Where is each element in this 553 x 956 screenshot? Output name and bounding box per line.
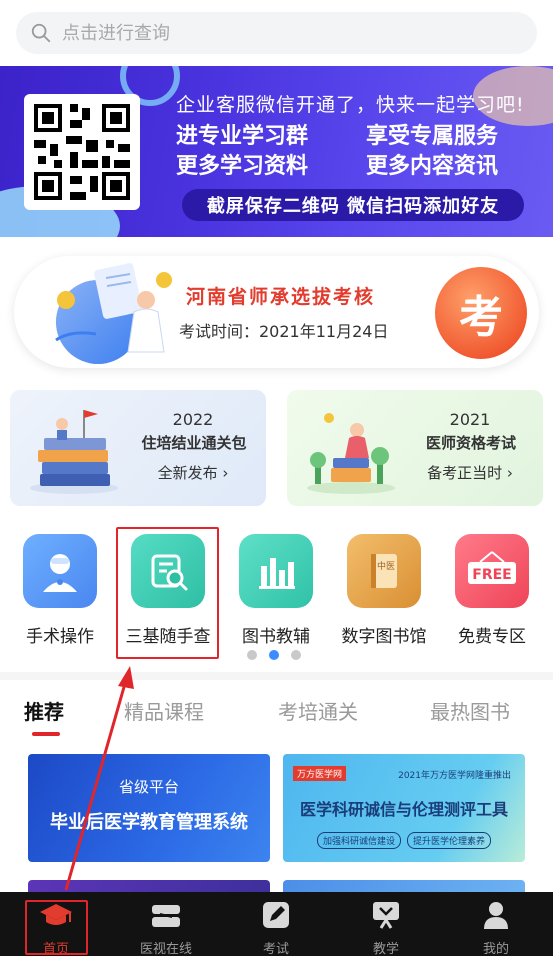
exam-title: 河南省师承选拔考核 xyxy=(186,286,376,308)
free-sign-icon: FREE xyxy=(455,534,529,608)
promo-card-residency[interactable]: 2022 住培结业通关包 全新发布 › xyxy=(10,390,266,506)
book-icon: 中医 xyxy=(347,534,421,608)
teaching-board-icon xyxy=(331,892,441,930)
grid-item-label: 手术操作 xyxy=(26,627,94,647)
tab-exam-prep[interactable]: 考培通关 xyxy=(278,696,358,725)
promo-year: 2021 xyxy=(449,410,491,429)
nav-exam[interactable]: 考试 xyxy=(221,892,331,956)
grid-item-label: 图书教辅 xyxy=(242,627,310,647)
banner-benefit: 更多内容资讯 xyxy=(366,154,499,179)
course-tags: 加强科研诚信建设 提升医学伦理素养 xyxy=(283,832,525,849)
section-divider xyxy=(0,672,553,680)
banner-benefit: 进专业学习群 xyxy=(176,124,309,149)
course-subtitle: 省级平台 xyxy=(118,778,179,796)
exam-date: 考试时间：2021年11月24日 xyxy=(179,322,389,341)
exam-card[interactable]: 河南省师承选拔考核 考试时间：2021年11月24日 考 xyxy=(14,256,539,368)
video-stack-icon xyxy=(111,892,221,930)
highlight-box-sanji xyxy=(116,527,219,659)
promo-title: 住培结业通关包 xyxy=(141,434,247,452)
page-dot[interactable] xyxy=(291,650,301,660)
grid-item-digital-library[interactable]: 中医 数字图书馆 xyxy=(334,532,434,647)
tab-hot-books[interactable]: 最热图书 xyxy=(430,696,510,725)
feature-grid: 手术操作 三基随手查 图书教辅 中医 数字图书馆 FREE 免费专区 xyxy=(0,532,553,647)
page-indicator xyxy=(247,650,301,660)
book-cover-text: 中医 xyxy=(377,560,395,572)
page-dot-active[interactable] xyxy=(269,650,279,660)
banner-benefits: 进专业学习群 享受专属服务 更多学习资料 更多内容资讯 xyxy=(176,122,536,182)
qr-code-icon xyxy=(30,100,134,204)
grid-item-books[interactable]: 图书教辅 xyxy=(226,532,326,647)
nav-label: 我的 xyxy=(482,942,509,956)
search-input[interactable] xyxy=(62,22,502,44)
qr-code-image xyxy=(24,94,140,210)
banner-benefit: 更多学习资料 xyxy=(176,154,309,179)
exam-illustration xyxy=(55,263,172,364)
promo-action[interactable]: 备考正当时 › xyxy=(407,462,533,483)
course-title: 医学科研诚信与伦理测评工具 xyxy=(299,800,508,819)
nav-teaching[interactable]: 教学 xyxy=(331,892,441,956)
course-subtitle: 2021年万方医学网隆重推出 xyxy=(398,771,511,781)
course-tag: 提升医学伦理素养 xyxy=(407,832,492,849)
nav-video-online[interactable]: 医视在线 xyxy=(111,892,221,956)
app-root: 企业客服微信开通了，快来一起学习吧! 进专业学习群 享受专属服务 更多学习资料 … xyxy=(0,0,553,956)
promo-title: 医师资格考试 xyxy=(425,434,516,452)
content-tabs: 推荐 精品课程 考培通关 最热图书 xyxy=(0,692,553,740)
search-bar[interactable] xyxy=(16,12,537,54)
banner-cta: 截屏保存二维码 微信扫码添加好友 xyxy=(182,189,524,221)
grid-item-label: 免费专区 xyxy=(458,627,526,647)
tab-recommended[interactable]: 推荐 xyxy=(24,696,64,725)
promo-year: 2022 xyxy=(172,410,214,429)
promo-action[interactable]: 全新发布 › xyxy=(130,462,256,483)
promo-banner[interactable]: 企业客服微信开通了，快来一起学习吧! 进专业学习群 享受专属服务 更多学习资料 … xyxy=(0,66,553,237)
grid-item-surgery[interactable]: 手术操作 xyxy=(10,532,110,647)
grid-item-free-zone[interactable]: FREE 免费专区 xyxy=(442,532,542,647)
books-illustration xyxy=(30,410,118,494)
studying-illustration xyxy=(307,413,395,494)
banner-benefit: 享受专属服务 xyxy=(366,124,499,149)
highlight-box-home xyxy=(25,900,88,955)
page-dot[interactable] xyxy=(247,650,257,660)
bar-chart-icon xyxy=(239,534,313,608)
course-tag: 加强科研诚信建设 xyxy=(316,832,401,849)
nav-mine[interactable]: 我的 xyxy=(441,892,551,956)
course-title: 毕业后医学教育管理系统 xyxy=(50,812,248,833)
doctor-icon xyxy=(23,534,97,608)
tab-premium-courses[interactable]: 精品课程 xyxy=(124,696,204,725)
user-icon xyxy=(441,892,551,930)
nav-label: 医视在线 xyxy=(139,942,192,956)
tab-active-indicator xyxy=(32,732,60,736)
exam-badge[interactable]: 考 xyxy=(435,267,527,359)
grid-item-label: 数字图书馆 xyxy=(341,627,427,647)
promo-card-licensing[interactable]: 2021 医师资格考试 备考正当时 › xyxy=(287,390,543,506)
course-card[interactable]: 万方医学网 2021年万方医学网隆重推出 医学科研诚信与伦理测评工具 加强科研诚… xyxy=(283,754,525,862)
banner-headline: 企业客服微信开通了，快来一起学习吧! xyxy=(176,94,525,116)
pen-edit-icon xyxy=(221,892,331,930)
search-icon xyxy=(31,23,51,43)
course-card[interactable]: 省级平台 毕业后医学教育管理系统 xyxy=(28,754,270,862)
nav-label: 考试 xyxy=(262,942,289,956)
free-sign-text: FREE xyxy=(472,567,511,583)
nav-label: 教学 xyxy=(372,942,399,956)
